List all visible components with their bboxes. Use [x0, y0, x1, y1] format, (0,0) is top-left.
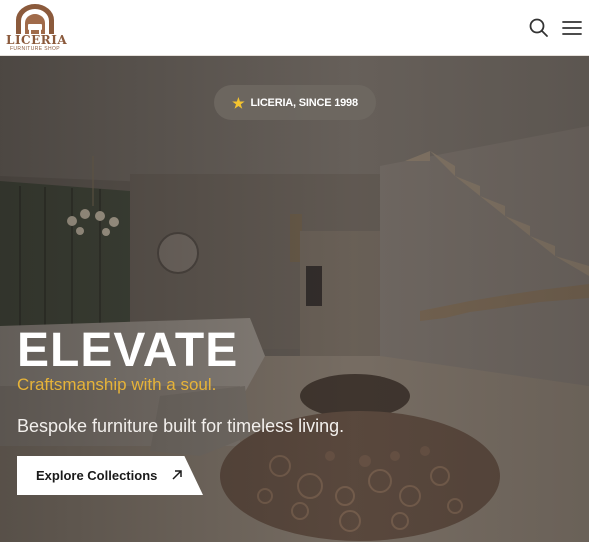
- explore-collections-button[interactable]: Explore Collections: [17, 456, 203, 495]
- hamburger-menu-icon[interactable]: [560, 16, 584, 40]
- search-icon[interactable]: [527, 16, 551, 40]
- logo-text: LICERIA: [6, 33, 68, 47]
- since-badge: ★ LICERIA, SINCE 1998: [214, 85, 376, 120]
- brand-logo[interactable]: LICERIA FURNITURE SHOP: [6, 4, 68, 52]
- logo-subtext: FURNITURE SHOP: [9, 46, 61, 52]
- cta-label: Explore Collections: [36, 468, 158, 483]
- site-header: LICERIA FURNITURE SHOP: [0, 0, 589, 56]
- hero-headline: ELEVATE: [17, 324, 239, 377]
- hero-tagline: Craftsmanship with a soul.: [17, 375, 217, 394]
- hero-section: ★ LICERIA, SINCE 1998 ELEVATE Craftsmans…: [0, 56, 589, 542]
- hero-description: Bespoke furniture built for timeless liv…: [17, 416, 345, 436]
- logo-arch-icon: [16, 4, 54, 34]
- badge-text: LICERIA, SINCE 1998: [250, 96, 358, 109]
- star-icon: ★: [232, 94, 245, 111]
- arrow-up-right-icon: [172, 470, 182, 480]
